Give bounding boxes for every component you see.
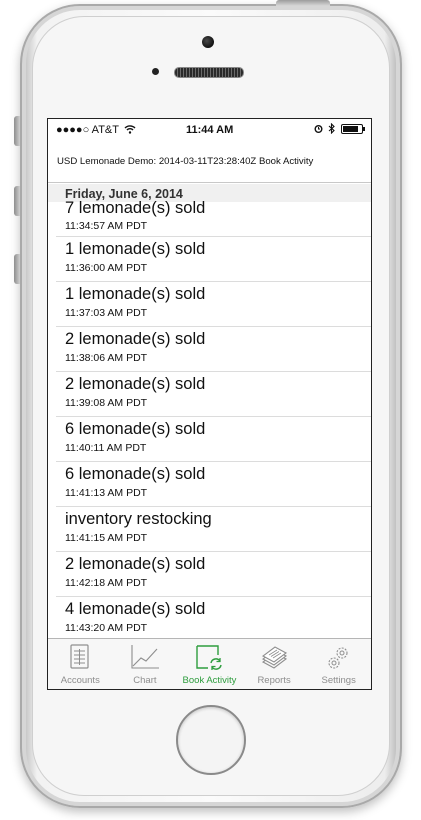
list-item[interactable]: 4 lemonade(s) sold 11:43:20 AM PDT [56,597,371,642]
entry-title: 6 lemonade(s) sold [65,420,206,438]
entry-title: 7 lemonade(s) sold [65,199,206,217]
entry-title: 1 lemonade(s) sold [65,285,206,303]
front-camera [202,36,214,48]
entry-title: inventory restocking [65,510,212,528]
status-bar: ●●●●○ AT&T 11:44 AM [48,119,371,141]
wifi-icon [124,125,136,134]
home-button[interactable] [176,705,246,775]
list-item[interactable]: 6 lemonade(s) sold 11:41:13 AM PDT [56,462,371,507]
tab-label: Reports [257,675,291,686]
carrier-label: ●●●●○ AT&T [56,124,136,136]
tab-settings[interactable]: Settings [306,639,371,689]
entry-time: 11:41:13 AM PDT [65,487,148,499]
list-item[interactable]: 1 lemonade(s) sold 11:36:00 AM PDT [56,237,371,282]
screen: ●●●●○ AT&T 11:44 AM USD Lemonade Demo: 2… [47,118,372,690]
volume-up-button [14,186,20,216]
tab-reports[interactable]: Reports [242,639,307,689]
carrier-text: ●●●●○ AT&T [56,124,119,136]
entry-title: 2 lemonade(s) sold [65,330,206,348]
nav-title: USD Lemonade Demo: 2014-03-11T23:28:40Z … [48,141,371,183]
entry-time: 11:41:15 AM PDT [65,532,148,544]
activity-list[interactable]: 7 lemonade(s) sold 11:34:57 AM PDT 1 lemon… [48,199,371,642]
tab-chart[interactable]: Chart [113,639,178,689]
status-right [314,123,365,134]
entry-time: 11:36:00 AM PDT [65,262,148,274]
tab-label: Accounts [60,675,100,686]
tab-label: Book Activity [182,675,237,686]
list-item[interactable]: 2 lemonade(s) sold 11:42:18 AM PDT [56,552,371,597]
list-item[interactable]: 2 lemonade(s) sold 11:38:06 AM PDT [56,327,371,372]
entry-title: 2 lemonade(s) sold [65,555,206,573]
volume-down-button [14,254,20,284]
alarm-icon [314,125,323,133]
tab-label: Settings [321,675,356,686]
entry-time: 11:43:20 AM PDT [65,622,148,634]
tab-label: Chart [133,675,157,686]
proximity-sensor [152,68,159,75]
list-item[interactable]: 6 lemonade(s) sold 11:40:11 AM PDT [56,417,371,462]
entry-title: 2 lemonade(s) sold [65,375,206,393]
tab-book-activity[interactable]: Book Activity [177,639,242,689]
status-time: 11:44 AM [186,124,234,136]
entry-title: 1 lemonade(s) sold [65,240,206,258]
entry-time: 11:38:06 AM PDT [65,352,148,364]
entry-time: 11:34:57 AM PDT [65,220,148,232]
bluetooth-icon [328,123,335,134]
list-item[interactable]: 2 lemonade(s) sold 11:39:08 AM PDT [56,372,371,417]
mute-switch [14,116,20,146]
list-item[interactable]: 7 lemonade(s) sold 11:34:57 AM PDT [56,199,371,237]
tab-bar: Accounts Chart Book Activity Reports Setting… [48,638,371,689]
list-item[interactable]: inventory restocking 11:41:15 AM PDT [56,507,371,552]
entry-title: 4 lemonade(s) sold [65,600,206,618]
entry-title: 6 lemonade(s) sold [65,465,206,483]
entry-time: 11:40:11 AM PDT [65,442,147,454]
entry-time: 11:39:08 AM PDT [65,397,148,409]
battery-fill [343,125,359,132]
entry-time: 11:42:18 AM PDT [65,577,148,589]
list-item[interactable]: 1 lemonade(s) sold 11:37:03 AM PDT [56,282,371,327]
tab-accounts[interactable]: Accounts [48,639,113,689]
earpiece-speaker [174,67,244,78]
power-button [276,0,330,6]
battery-icon [341,123,365,134]
entry-time: 11:37:03 AM PDT [65,307,148,319]
